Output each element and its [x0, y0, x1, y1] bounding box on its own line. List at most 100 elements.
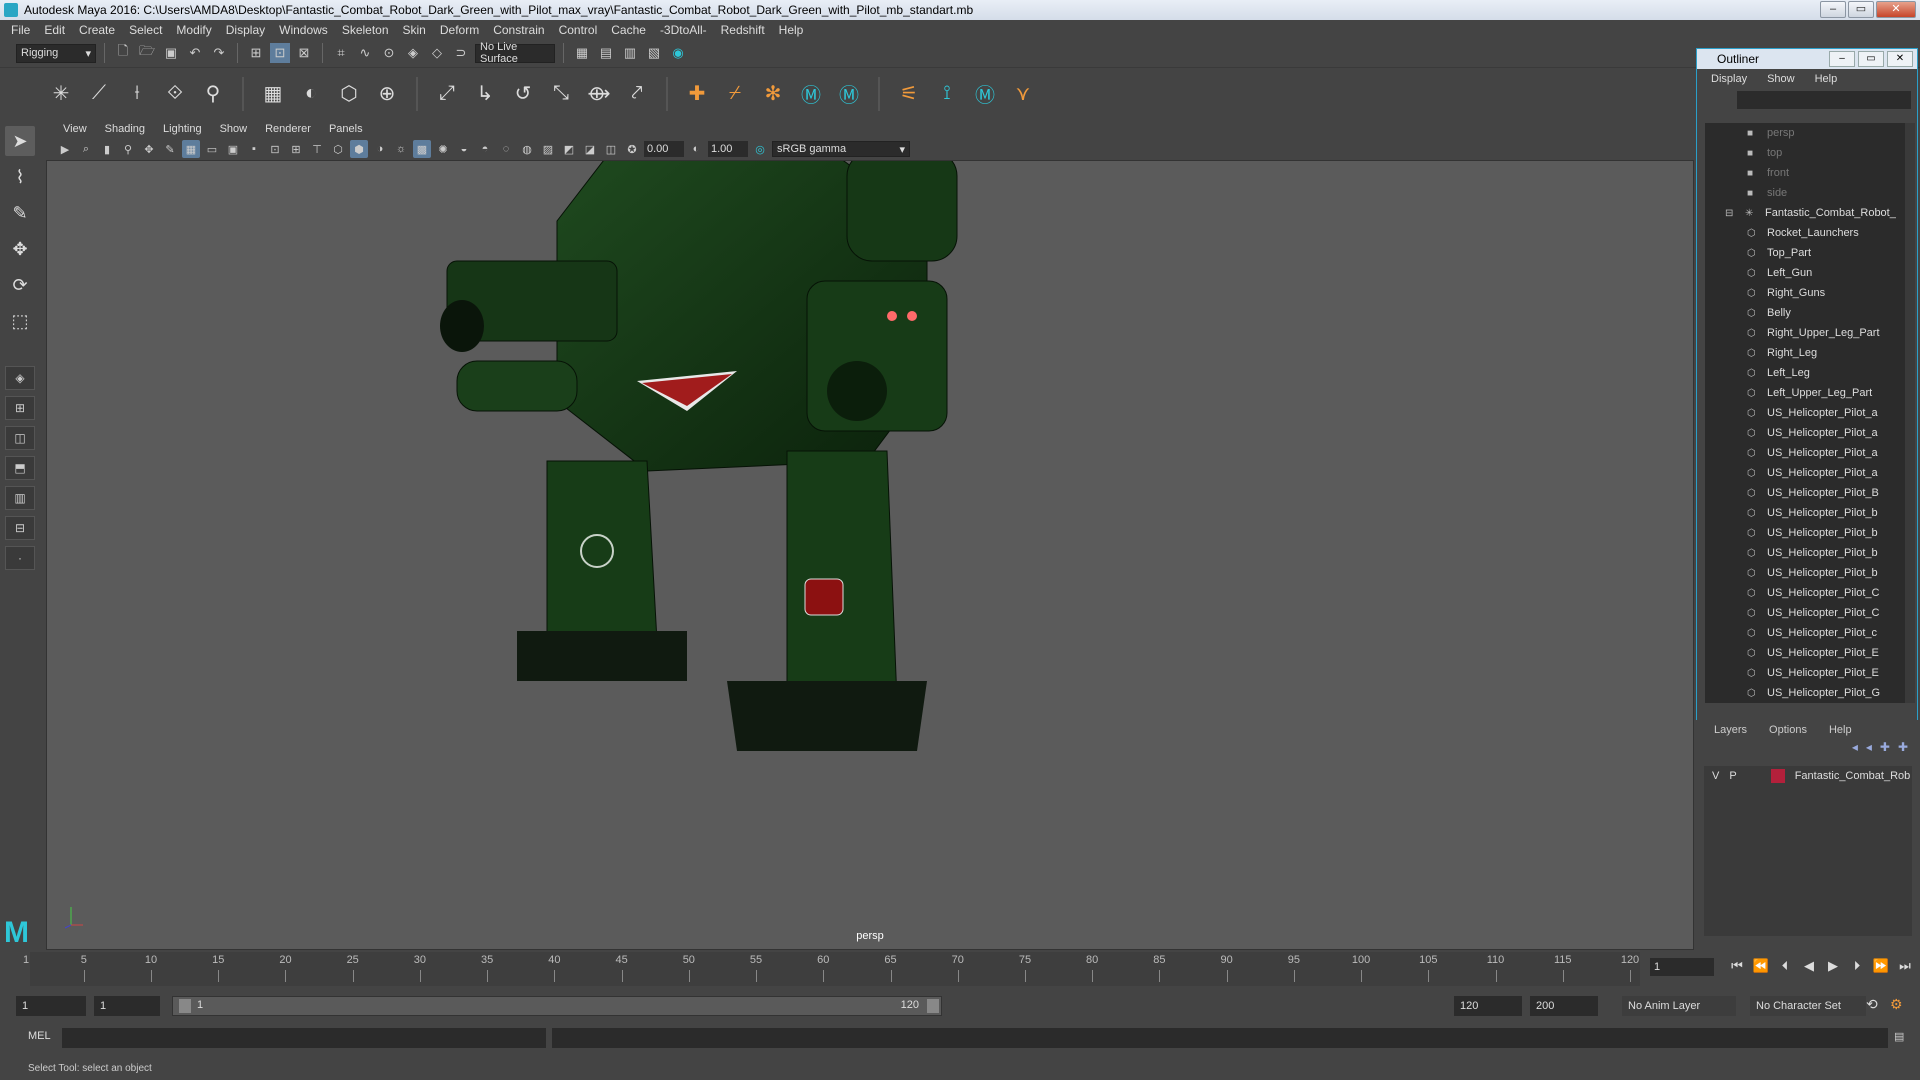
- anim-layer-dropdown[interactable]: No Anim Layer: [1622, 996, 1736, 1016]
- outliner-item[interactable]: ⬡ US_Helicopter_Pilot_E: [1705, 643, 1905, 663]
- outliner-item[interactable]: ⬡ US_Helicopter_Pilot_G: [1705, 683, 1905, 703]
- outliner-item[interactable]: ⬡ Left_Leg: [1705, 363, 1905, 383]
- wireframe-on-shaded-icon[interactable]: ◑: [371, 140, 389, 158]
- smooth-shade-icon[interactable]: ⬢: [350, 140, 368, 158]
- exposure-field[interactable]: 0.00: [644, 141, 684, 157]
- deformer-icon[interactable]: ✻: [758, 79, 788, 109]
- muscle-icon[interactable]: Ⓜ: [970, 79, 1000, 109]
- outliner-item[interactable]: ⬡ US_Helicopter_Pilot_b: [1705, 563, 1905, 583]
- menu-constrain[interactable]: Constrain: [486, 23, 551, 37]
- outliner-item[interactable]: ⬡ Right_Leg: [1705, 343, 1905, 363]
- antialiasing-icon[interactable]: ▨: [539, 140, 557, 158]
- menu-modify[interactable]: Modify: [169, 23, 218, 37]
- pole-vector-icon[interactable]: ⤤: [622, 79, 652, 109]
- layer-menu-layers[interactable]: Layers: [1714, 724, 1747, 736]
- menu-3dtoall[interactable]: -3DtoAll-: [653, 23, 714, 37]
- motion-blur-icon[interactable]: ◪: [581, 140, 599, 158]
- command-input[interactable]: [62, 1028, 546, 1048]
- outliner-item[interactable]: ⬡ Rocket_Launchers: [1705, 223, 1905, 243]
- snap-view-icon[interactable]: ◈: [403, 43, 423, 63]
- safe-title-icon[interactable]: ⊤: [308, 140, 326, 158]
- outliner-item-group[interactable]: ⊟ ✳ Fantastic_Combat_Robot_: [1705, 203, 1905, 223]
- step-back-frame-icon[interactable]: ⏴: [1776, 958, 1794, 974]
- live-surface-field[interactable]: No Live Surface: [475, 41, 555, 65]
- select-hierarchy-icon[interactable]: ⊞: [246, 43, 266, 63]
- outliner-item[interactable]: ⬡ US_Helicopter_Pilot_a: [1705, 403, 1905, 423]
- more-layouts-icon[interactable]: ·: [5, 546, 35, 570]
- aim-constraint-icon[interactable]: ↳: [470, 79, 500, 109]
- menu-display[interactable]: Display: [219, 23, 272, 37]
- textured-icon[interactable]: ▩: [413, 140, 431, 158]
- camera-attributes-icon[interactable]: ⌕: [77, 140, 95, 158]
- new-scene-icon[interactable]: 🗋: [113, 43, 133, 63]
- redo-icon[interactable]: ↷: [209, 43, 229, 63]
- wrap-deformer-icon[interactable]: ⟟: [932, 79, 962, 109]
- orient-constraint-icon[interactable]: ↺: [508, 79, 538, 109]
- minimize-button[interactable]: –: [1820, 1, 1846, 18]
- outliner-item[interactable]: ⬡ US_Helicopter_Pilot_b: [1705, 523, 1905, 543]
- hik-icon[interactable]: Ⓜ: [796, 79, 826, 109]
- parent-constraint-icon[interactable]: ⟴: [584, 79, 614, 109]
- outliner-item[interactable]: ⬡ Right_Upper_Leg_Part: [1705, 323, 1905, 343]
- bind-skin-icon[interactable]: ▦: [258, 79, 288, 109]
- outliner-item[interactable]: ⬡ US_Helicopter_Pilot_c: [1705, 623, 1905, 643]
- paint-weights-icon[interactable]: ◐: [296, 79, 326, 109]
- outliner-item[interactable]: ⬡ US_Helicopter_Pilot_a: [1705, 443, 1905, 463]
- menu-create[interactable]: Create: [72, 23, 122, 37]
- move-layer-down-icon[interactable]: ◂: [1866, 740, 1872, 754]
- menu-edit[interactable]: Edit: [37, 23, 72, 37]
- layer-menu-help[interactable]: Help: [1829, 724, 1852, 736]
- maximize-button[interactable]: ▭: [1848, 1, 1874, 18]
- close-button[interactable]: ✕: [1876, 1, 1916, 18]
- render-frame-icon[interactable]: ▤: [596, 43, 616, 63]
- magnet-icon[interactable]: ⊃: [451, 43, 471, 63]
- select-tool-icon[interactable]: ➤: [5, 126, 35, 156]
- menu-file[interactable]: File: [4, 23, 37, 37]
- script-icon[interactable]: ⋎: [1008, 79, 1038, 109]
- select-component-icon[interactable]: ⊠: [294, 43, 314, 63]
- panel-menu-panels[interactable]: Panels: [320, 123, 372, 135]
- ik-handle-icon[interactable]: ⟋: [84, 79, 114, 109]
- single-view-layout-icon[interactable]: ◈: [5, 366, 35, 390]
- panel-menu-show[interactable]: Show: [211, 123, 257, 135]
- rotate-tool-icon[interactable]: ⟳: [5, 270, 35, 300]
- snap-grid-icon[interactable]: ⌗: [331, 43, 351, 63]
- outliner-menu-show[interactable]: Show: [1767, 73, 1795, 85]
- hypershade-icon[interactable]: ◉: [668, 43, 688, 63]
- xray-icon[interactable]: ◓: [476, 140, 494, 158]
- collapse-icon[interactable]: ⊟: [1725, 208, 1741, 219]
- character-set-dropdown[interactable]: No Character Set: [1750, 996, 1866, 1016]
- outliner-filter-input[interactable]: [1737, 91, 1911, 109]
- playback-end-field[interactable]: 120: [1454, 996, 1522, 1016]
- snap-surface-icon[interactable]: ◇: [427, 43, 447, 63]
- menu-select[interactable]: Select: [122, 23, 169, 37]
- film-gate-icon[interactable]: ▭: [203, 140, 221, 158]
- layer-playback-toggle[interactable]: P: [1729, 770, 1736, 782]
- go-to-start-icon[interactable]: ⏮: [1728, 958, 1746, 974]
- menu-redshift[interactable]: Redshift: [714, 23, 772, 37]
- xray-joints-icon[interactable]: ◌: [497, 140, 515, 158]
- step-forward-key-icon[interactable]: ⏩: [1872, 958, 1890, 974]
- menu-help[interactable]: Help: [772, 23, 811, 37]
- panel-menu-shading[interactable]: Shading: [96, 123, 154, 135]
- outliner-menu-display[interactable]: Display: [1711, 73, 1747, 85]
- perspective-viewport[interactable]: persp: [46, 160, 1694, 950]
- range-track[interactable]: 1 120: [172, 996, 942, 1016]
- panel-menu-lighting[interactable]: Lighting: [154, 123, 211, 135]
- menu-skin[interactable]: Skin: [396, 23, 433, 37]
- side-by-side-layout-icon[interactable]: ◫: [5, 426, 35, 450]
- ipr-render-icon[interactable]: ▥: [620, 43, 640, 63]
- color-management-icon[interactable]: ◎: [751, 140, 769, 158]
- gate-mask-icon[interactable]: ▪: [245, 140, 263, 158]
- layer-color-swatch[interactable]: [1770, 769, 1785, 783]
- render-settings-icon[interactable]: ▦: [572, 43, 592, 63]
- depth-of-field-icon[interactable]: ◫: [602, 140, 620, 158]
- range-end-handle[interactable]: [927, 999, 939, 1013]
- anim-prefs-icon[interactable]: ⚙: [1890, 996, 1903, 1013]
- panel-menu-view[interactable]: View: [54, 123, 96, 135]
- menu-control[interactable]: Control: [552, 23, 605, 37]
- paint-select-icon[interactable]: ✎: [5, 198, 35, 228]
- hik-character-icon[interactable]: Ⓜ: [834, 79, 864, 109]
- step-back-key-icon[interactable]: ⏪: [1752, 958, 1770, 974]
- grease-pencil-icon[interactable]: ✎: [161, 140, 179, 158]
